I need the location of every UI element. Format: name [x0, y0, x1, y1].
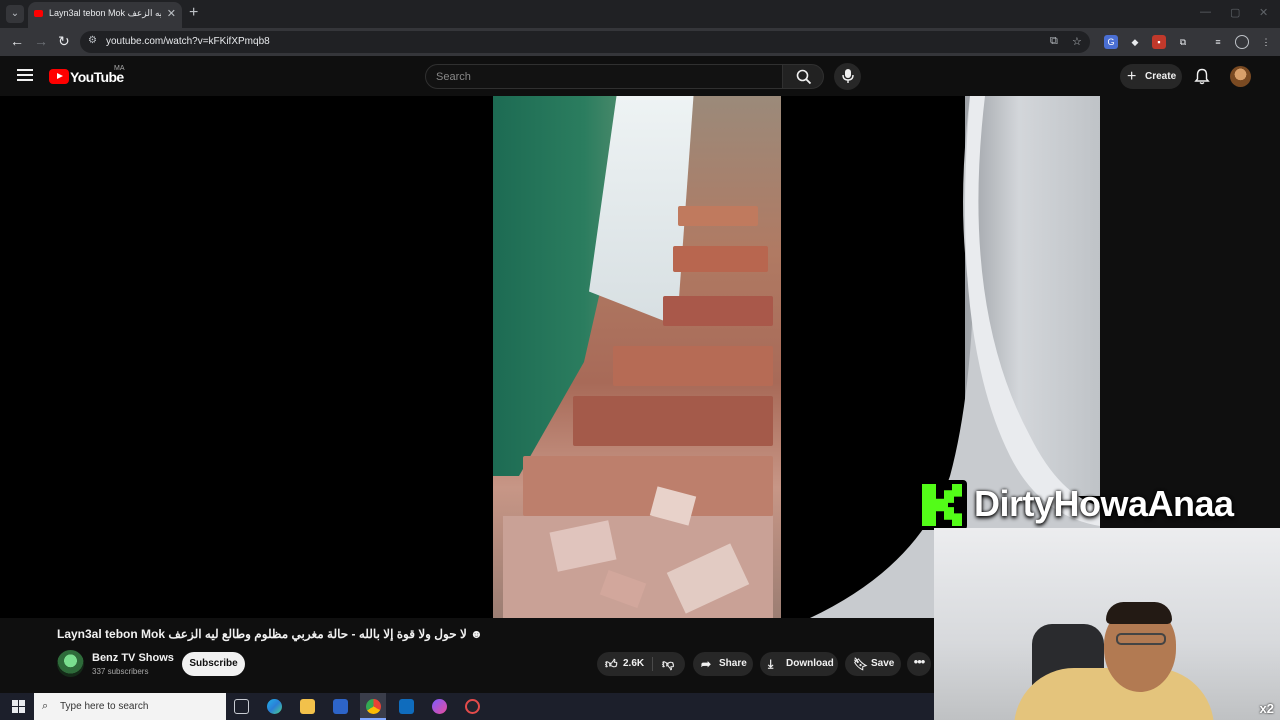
account-avatar[interactable] [1230, 66, 1251, 87]
windows-start-icon[interactable] [12, 700, 25, 713]
like-button[interactable]: 👍︎ 2.6K [597, 652, 652, 676]
diamond-extension-icon[interactable]: ◆ [1128, 35, 1142, 49]
address-bar[interactable]: ⚙ youtube.com/watch?v=kFKifXPmqb8 ⧉ ☆ [80, 31, 1090, 53]
taskbar-search-box[interactable]: ⌕ Type here to search [34, 693, 226, 720]
bookmark-star-icon[interactable]: ☆ [1072, 35, 1082, 48]
notifications-bell-icon[interactable] [1194, 68, 1210, 85]
download-button[interactable]: ⤓ Download [760, 652, 838, 676]
like-count: 2.6K [623, 658, 645, 669]
subscribe-button[interactable]: Subscribe [182, 652, 245, 676]
tab-close-icon[interactable]: ✕ [167, 7, 176, 20]
create-label: Create [1145, 71, 1177, 82]
chrome-browser-icon[interactable] [366, 699, 381, 714]
maximize-window-icon[interactable]: ▢ [1230, 6, 1240, 19]
voice-search-button[interactable] [834, 63, 861, 90]
search-button[interactable] [782, 64, 824, 89]
create-button[interactable]: + Create [1120, 64, 1182, 89]
new-tab-button[interactable]: + [189, 4, 198, 22]
reading-list-icon[interactable]: ≡ [1211, 35, 1225, 49]
youtube-play-icon [49, 69, 69, 84]
save-label: Save [871, 658, 895, 669]
share-label: Share [719, 658, 747, 669]
more-actions-button[interactable]: ••• [907, 652, 931, 676]
tab-title: Layn3al tebon Mok لا حول ولا قوة إلا بال… [49, 8, 161, 18]
profile-icon[interactable] [1235, 35, 1249, 49]
close-window-icon[interactable]: ✕ [1259, 6, 1268, 19]
video-frame [493, 96, 781, 618]
forward-button[interactable]: → [34, 33, 48, 49]
thumbs-up-icon: 👍︎ [605, 657, 618, 671]
video-title: Layn3al tebon Mok لا حول ولا قوة إلا بال… [57, 627, 483, 641]
subscriber-count: 337 subscribers [92, 667, 149, 676]
url-text[interactable]: youtube.com/watch?v=kFKifXPmqb8 [106, 36, 270, 47]
extensions-puzzle-icon[interactable]: ⧉ [1176, 35, 1190, 49]
plus-icon: + [1127, 68, 1137, 85]
browser-tab-active[interactable]: Layn3al tebon Mok لا حول ولا قوة إلا بال… [28, 2, 182, 28]
streamer-name-banner: DirtyHowaAnaa [917, 480, 1280, 530]
thumbs-down-icon: 👎︎ [662, 657, 675, 671]
share-button[interactable]: ➦ Share [693, 652, 753, 676]
like-dislike-group: 👍︎ 2.6K 👎︎ [597, 652, 685, 676]
dislike-button[interactable]: 👎︎ [653, 652, 685, 676]
outlook-icon[interactable] [399, 699, 414, 714]
red-extension-icon[interactable]: ▪ [1152, 35, 1166, 49]
download-label: Download [786, 658, 834, 669]
site-info-icon[interactable]: ⚙ [88, 35, 97, 46]
save-button[interactable]: 🔖︎ Save [845, 652, 901, 676]
cast-icon[interactable]: ⧉ [1050, 35, 1058, 48]
obs-icon[interactable] [465, 699, 480, 714]
search-icon [796, 69, 812, 85]
youtube-header: YouTube MA + Create [0, 56, 1280, 96]
back-button[interactable]: ← [10, 33, 24, 49]
microsoft-store-icon[interactable] [333, 699, 348, 714]
translate-extension-icon[interactable]: G [1104, 35, 1118, 49]
file-explorer-icon[interactable] [300, 699, 315, 714]
reload-button[interactable]: ↻ [58, 33, 70, 50]
download-icon: ⤓ [768, 657, 774, 671]
channel-avatar[interactable] [57, 650, 84, 677]
channel-name[interactable]: Benz TV Shows [92, 652, 174, 664]
browser-tab-strip: ⌄ Layn3al tebon Mok لا حول ولا قوة إلا ب… [0, 0, 1280, 28]
streamer-hair-image [1106, 602, 1172, 624]
task-view-icon[interactable] [234, 699, 249, 714]
search-input[interactable] [426, 65, 782, 88]
minimize-window-icon[interactable]: — [1200, 6, 1211, 18]
country-code: MA [114, 65, 125, 72]
search-box [425, 64, 783, 89]
glasses-image [1116, 633, 1166, 645]
tab-search-button[interactable]: ⌄ [6, 5, 24, 23]
taskbar-search-icon: ⌕ [42, 700, 49, 712]
windows-taskbar: ⌕ Type here to search [0, 693, 934, 720]
youtube-favicon-icon [34, 10, 43, 17]
kick-logo-icon [917, 480, 967, 530]
multiplier-badge: x2 [1259, 701, 1274, 716]
taskbar-search-placeholder: Type here to search [60, 701, 149, 712]
share-arrow-icon: ➦ [701, 657, 712, 671]
microphone-icon [842, 69, 854, 83]
browser-toolbar: ← → ↻ ⚙ youtube.com/watch?v=kFKifXPmqb8 … [0, 28, 1280, 56]
browser-menu-icon[interactable]: ⋮ [1259, 35, 1273, 49]
streamer-name: DirtyHowaAnaa [974, 483, 1234, 524]
streamer-webcam: x2 [934, 528, 1280, 720]
edge-browser-icon[interactable] [267, 699, 282, 714]
bookmark-icon: 🔖︎ [853, 657, 869, 671]
messenger-icon[interactable] [432, 699, 447, 714]
hamburger-menu-icon[interactable] [17, 69, 33, 82]
